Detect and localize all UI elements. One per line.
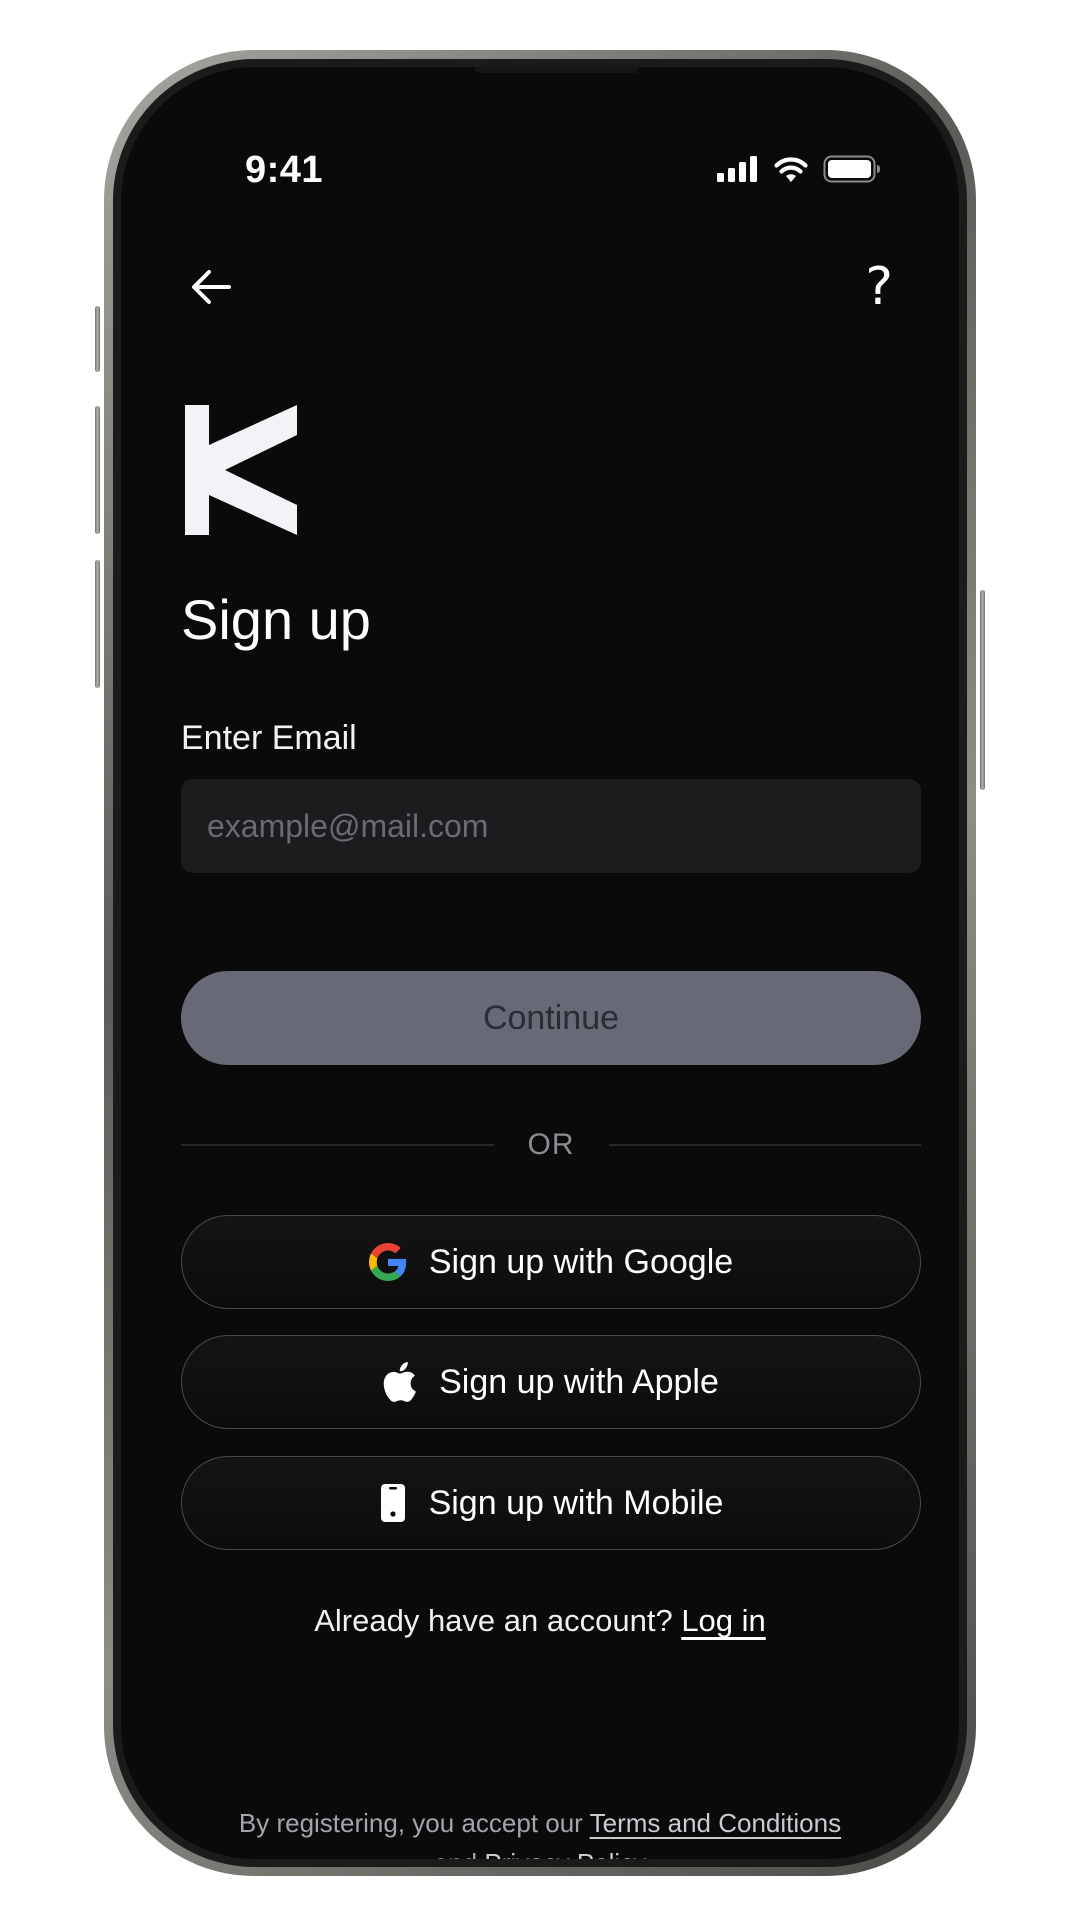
login-link[interactable]: Log in <box>681 1603 765 1638</box>
legal-notice: By registering, you accept our Terms and… <box>121 1803 959 1859</box>
privacy-link[interactable]: Privacy Policy <box>484 1848 646 1859</box>
legal-and: and <box>434 1848 477 1859</box>
divider-label: OR <box>527 1128 575 1161</box>
volume-down-button <box>95 560 100 688</box>
legal-prefix: By registering, you accept our <box>238 1808 583 1838</box>
mobile-button-label: Sign up with Mobile <box>428 1483 724 1522</box>
arrow-left-icon[interactable] <box>187 263 235 311</box>
cellular-signal-icon <box>717 156 757 182</box>
sign-up-google-button[interactable]: Sign up with Google <box>181 1215 921 1309</box>
sign-up-apple-button[interactable]: Sign up with Apple <box>181 1335 921 1429</box>
divider-line-right <box>608 1144 921 1146</box>
login-prompt: Already have an account? Log in <box>121 1603 959 1639</box>
speaker-notch <box>475 67 639 73</box>
sign-up-mobile-button[interactable]: Sign up with Mobile <box>181 1456 921 1550</box>
screen: 9:41 ? Sign up Enter Email example@mail.… <box>121 67 959 1859</box>
terms-link[interactable]: Terms and Conditions <box>590 1808 841 1838</box>
google-icon <box>368 1243 407 1281</box>
google-button-label: Sign up with Google <box>428 1242 734 1281</box>
email-input[interactable] <box>181 779 921 873</box>
mobile-icon <box>380 1484 405 1522</box>
status-time: 9:41 <box>245 149 324 191</box>
wifi-icon <box>774 157 808 182</box>
k-logo-icon <box>185 405 297 535</box>
divider-line-left <box>181 1144 494 1146</box>
phone-frame: 9:41 ? Sign up Enter Email example@mail.… <box>95 50 985 1876</box>
status-icons <box>717 155 881 183</box>
battery-icon <box>823 155 880 183</box>
apple-button-label: Sign up with Apple <box>439 1362 719 1401</box>
action-button <box>95 306 100 372</box>
page-title: Sign up <box>181 588 371 651</box>
email-label: Enter Email <box>181 719 357 757</box>
help-icon[interactable]: ? <box>865 257 893 317</box>
continue-button[interactable]: Continue <box>181 971 921 1065</box>
login-prompt-text: Already have an account? <box>314 1603 673 1638</box>
phone-bezel: 9:41 ? Sign up Enter Email example@mail.… <box>113 59 967 1867</box>
power-button <box>980 590 985 790</box>
apple-icon <box>383 1362 417 1402</box>
or-divider: OR <box>181 1125 921 1165</box>
volume-up-button <box>95 406 100 534</box>
